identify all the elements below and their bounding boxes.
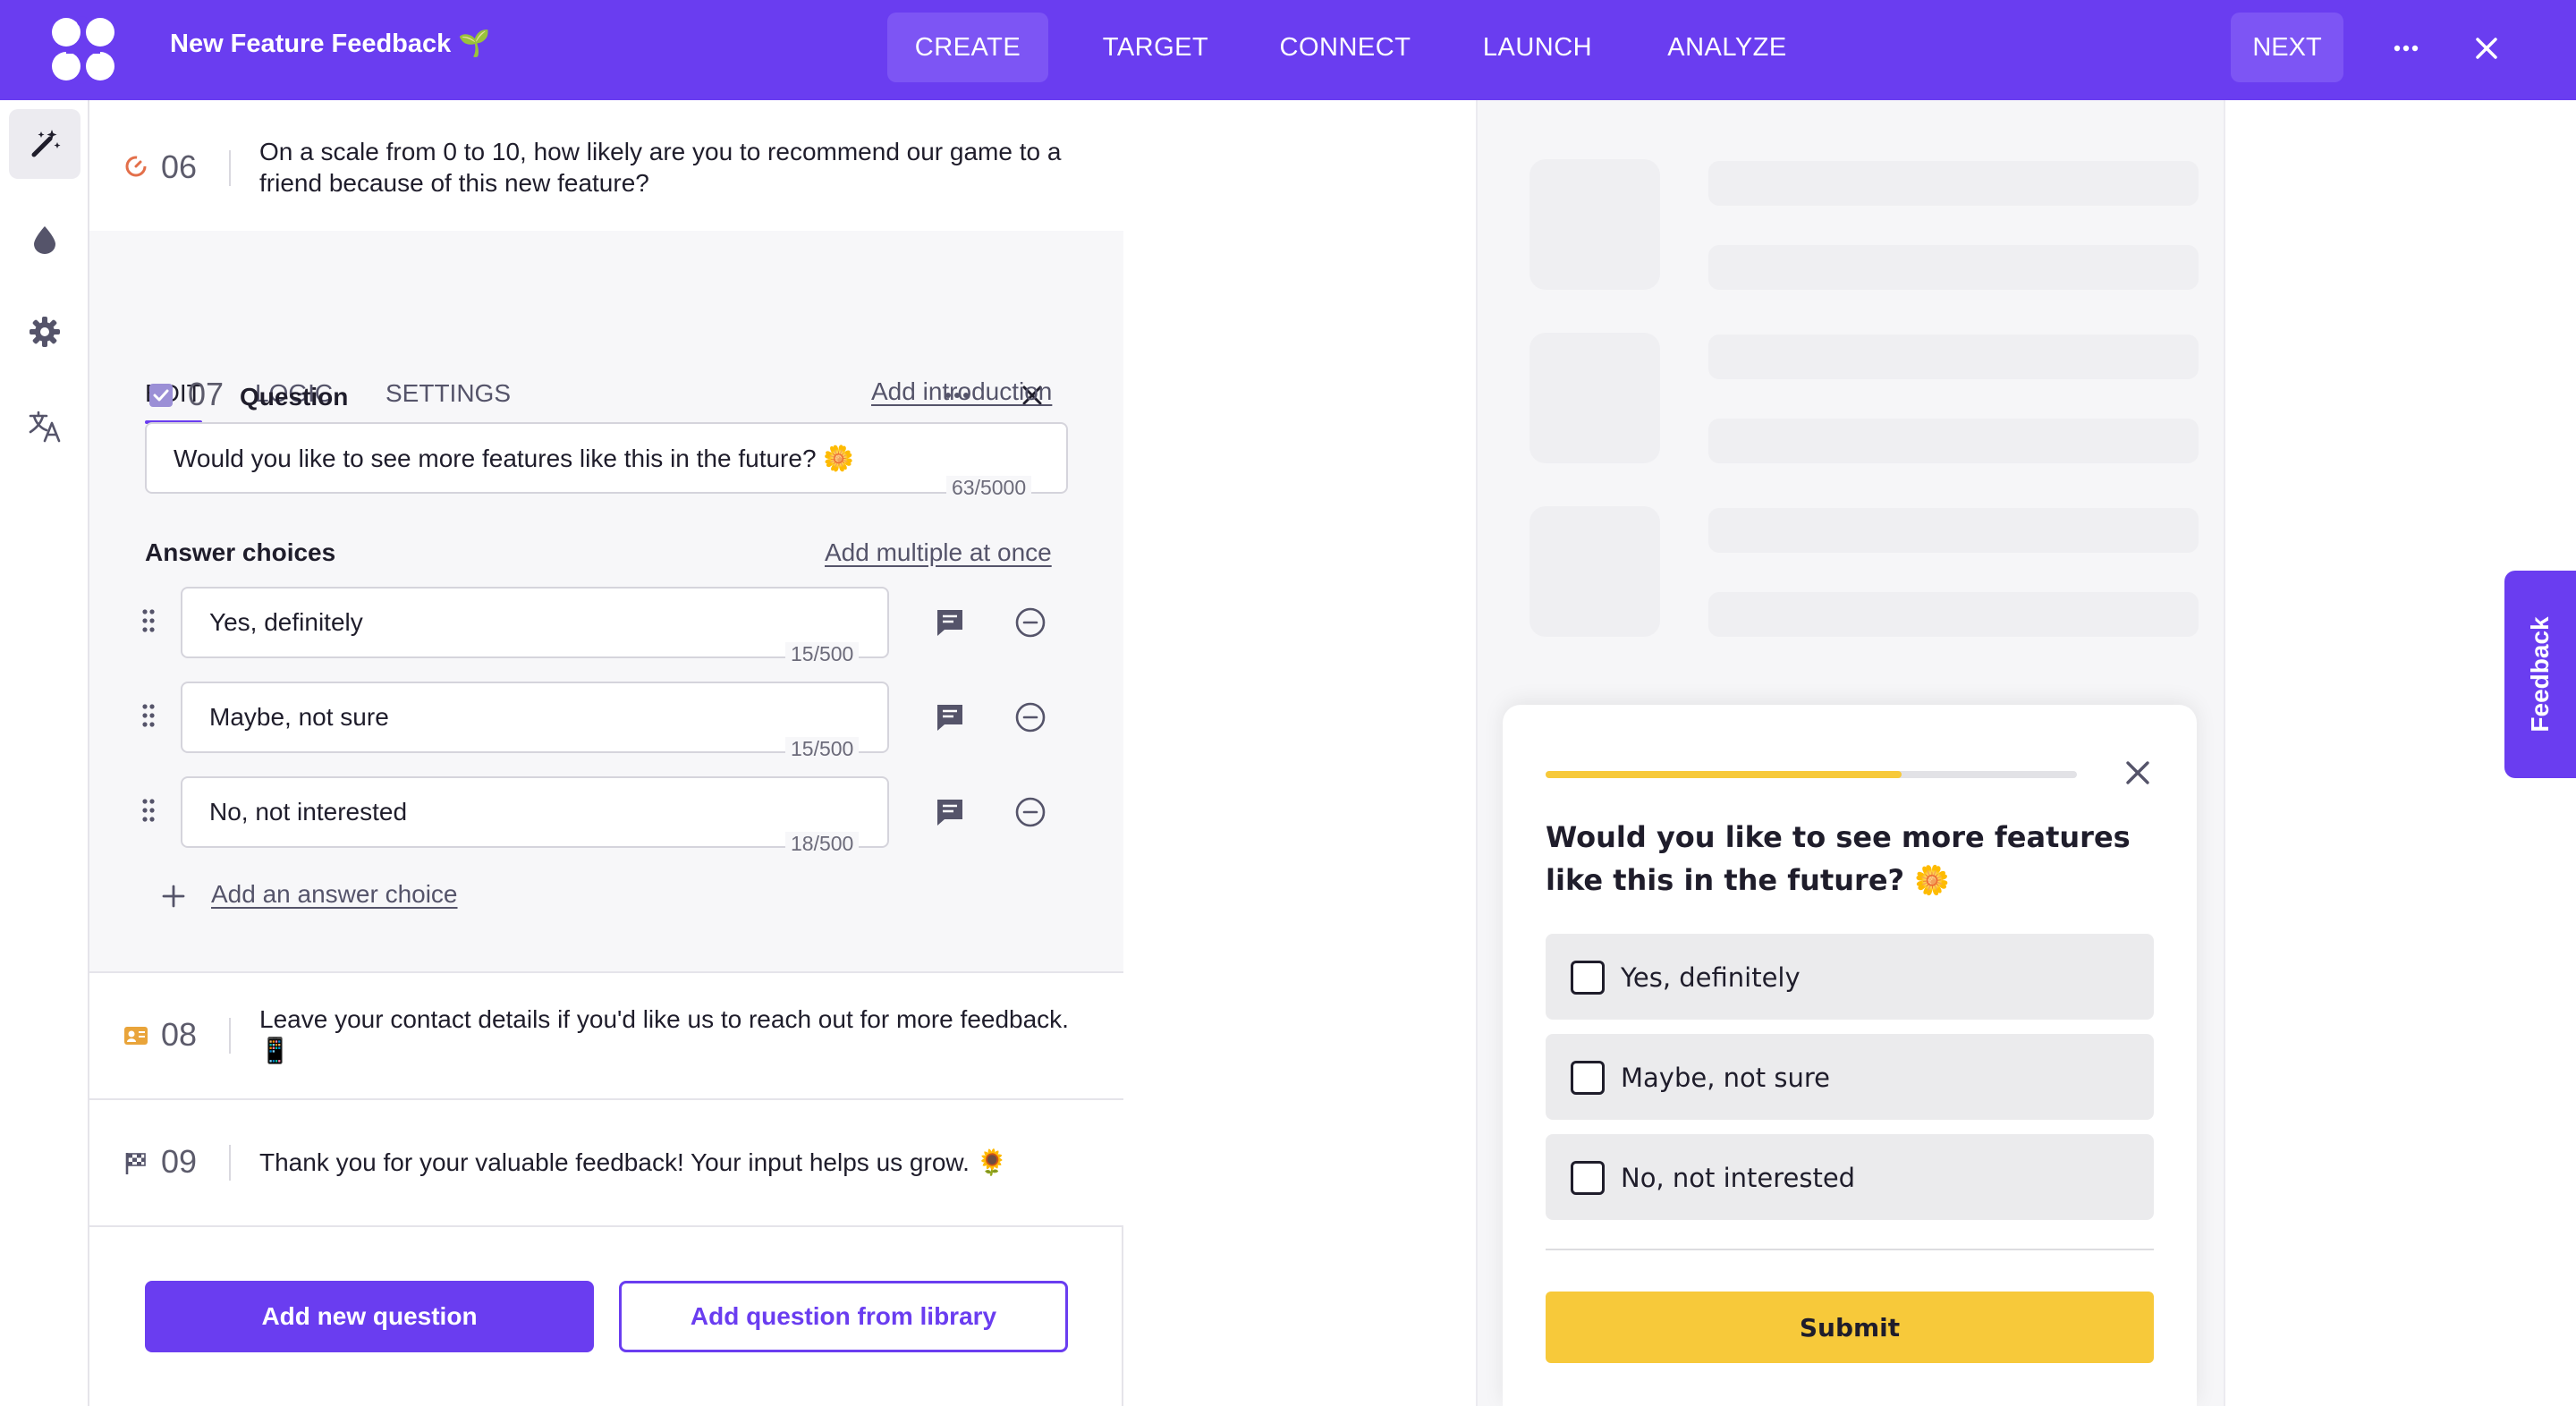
- nav-tab-target[interactable]: TARGET: [1084, 13, 1227, 82]
- question-number: 09: [161, 1143, 198, 1180]
- left-rail: [0, 100, 89, 1406]
- skeleton-placeholder: [1708, 508, 2199, 553]
- option-label: Maybe, not sure: [1621, 1063, 1830, 1093]
- remove-circle-icon[interactable]: [1014, 606, 1046, 639]
- preview-option[interactable]: Yes, definitely: [1546, 934, 2154, 1020]
- submit-button[interactable]: Submit: [1546, 1292, 2154, 1363]
- nav-tab-create[interactable]: CREATE: [887, 13, 1048, 82]
- divider: [229, 1018, 231, 1054]
- checkbox[interactable]: [1571, 961, 1605, 995]
- feedback-tab-label: Feedback: [2526, 616, 2554, 733]
- add-multiple-link[interactable]: Add multiple at once: [825, 538, 1052, 567]
- skeleton-placeholder: [1530, 333, 1660, 463]
- nav-tab-connect[interactable]: CONNECT: [1268, 13, 1422, 82]
- checkbox[interactable]: [1571, 1061, 1605, 1095]
- checkbox[interactable]: [1571, 1161, 1605, 1195]
- drop-icon: [34, 226, 55, 254]
- preview-option[interactable]: Maybe, not sure: [1546, 1034, 2154, 1120]
- more-options-icon[interactable]: [2388, 30, 2424, 66]
- gear-icon: [30, 317, 60, 347]
- contact-card-icon: [124, 1027, 148, 1045]
- remove-circle-icon[interactable]: [1014, 701, 1046, 733]
- survey-title[interactable]: New Feature Feedback 🌱: [170, 29, 490, 59]
- skeleton-placeholder: [1708, 592, 2199, 637]
- survey-preview-card: Would you like to see more features like…: [1503, 705, 2197, 1406]
- add-answer-choice-link[interactable]: Add an answer choice: [211, 880, 458, 909]
- comment-icon[interactable]: [934, 796, 966, 828]
- translate-icon: [29, 411, 61, 443]
- preview-question-text: Would you like to see more features like…: [1546, 820, 2131, 897]
- question-label: Question: [240, 383, 349, 411]
- answer-choice-input[interactable]: No, not interested: [181, 776, 889, 848]
- add-new-question-button[interactable]: Add new question: [145, 1281, 594, 1352]
- next-button[interactable]: NEXT: [2231, 13, 2343, 82]
- question-editor: 06 On a scale from 0 to 10, how likely a…: [89, 100, 1123, 1406]
- character-counter: 15/500: [785, 642, 860, 666]
- question-text: Thank you for your valuable feedback! Yo…: [259, 1148, 1008, 1176]
- question-row-09[interactable]: 09 Thank you for your valuable feedback!…: [89, 1100, 1123, 1227]
- plus-icon[interactable]: [159, 882, 188, 911]
- nav-tab-launch[interactable]: LAUNCH: [1463, 13, 1612, 82]
- remove-circle-icon[interactable]: [1014, 796, 1046, 828]
- comment-icon[interactable]: [934, 701, 966, 733]
- add-question-from-library-button[interactable]: Add question from library: [619, 1281, 1068, 1352]
- character-counter: 63/5000: [946, 476, 1032, 500]
- rail-translate-button[interactable]: [9, 392, 80, 462]
- rail-create-button[interactable]: [9, 109, 80, 179]
- close-icon[interactable]: [2120, 755, 2156, 791]
- option-label: No, not interested: [1621, 1163, 1856, 1193]
- top-bar: New Feature Feedback 🌱 CREATE TARGET CONN…: [0, 0, 2576, 100]
- checkbox-icon: [149, 384, 173, 407]
- divider: [229, 150, 231, 186]
- question-number: 08: [161, 1016, 198, 1053]
- close-icon[interactable]: [2469, 30, 2504, 66]
- logo-icon[interactable]: [48, 16, 118, 84]
- nav-tab-analyze[interactable]: ANALYZE: [1653, 13, 1801, 82]
- skeleton-placeholder: [1708, 335, 2199, 379]
- progress-bar: [1546, 771, 2077, 778]
- drag-handle-icon[interactable]: [141, 608, 156, 633]
- divider: [1546, 1249, 2154, 1250]
- feedback-side-tab[interactable]: Feedback: [2504, 571, 2576, 778]
- preview-option[interactable]: No, not interested: [1546, 1134, 2154, 1220]
- question-text: Leave your contact details if you'd like…: [259, 1005, 1069, 1064]
- progress-bar-fill: [1546, 771, 1902, 778]
- skeleton-placeholder: [1708, 161, 2199, 206]
- tab-settings[interactable]: SETTINGS: [386, 379, 511, 408]
- character-counter: 18/500: [785, 832, 860, 856]
- skeleton-placeholder: [1530, 159, 1660, 290]
- magic-wand-icon: [31, 130, 61, 157]
- question-text: On a scale from 0 to 10, how likely are …: [259, 138, 1062, 197]
- skeleton-placeholder: [1530, 506, 1660, 637]
- comment-icon[interactable]: [934, 606, 966, 639]
- question-text-input[interactable]: Would you like to see more features like…: [145, 422, 1068, 494]
- gauge-icon: [125, 156, 147, 177]
- answer-choices-label: Answer choices: [145, 538, 336, 566]
- skeleton-placeholder: [1708, 245, 2199, 290]
- drag-handle-icon[interactable]: [141, 798, 156, 823]
- answer-choice-input[interactable]: Maybe, not sure: [181, 682, 889, 753]
- finish-flag-icon: [125, 1153, 146, 1174]
- divider: [229, 1145, 231, 1181]
- character-counter: 15/500: [785, 737, 860, 761]
- rail-settings-button[interactable]: [9, 297, 80, 367]
- answer-choice-input[interactable]: Yes, definitely: [181, 587, 889, 658]
- question-number: 06: [161, 148, 198, 185]
- question-row-06[interactable]: 06 On a scale from 0 to 10, how likely a…: [89, 100, 1123, 233]
- drag-handle-icon[interactable]: [141, 703, 156, 728]
- question-number: 07: [188, 376, 225, 412]
- question-row-08[interactable]: 08 Leave your contact details if you'd l…: [89, 973, 1123, 1100]
- rail-style-button[interactable]: [9, 204, 80, 274]
- option-label: Yes, definitely: [1621, 962, 1801, 993]
- sprout-icon: 🌱: [458, 30, 491, 58]
- add-introduction-link[interactable]: Add introduction: [871, 377, 1052, 406]
- skeleton-placeholder: [1708, 419, 2199, 463]
